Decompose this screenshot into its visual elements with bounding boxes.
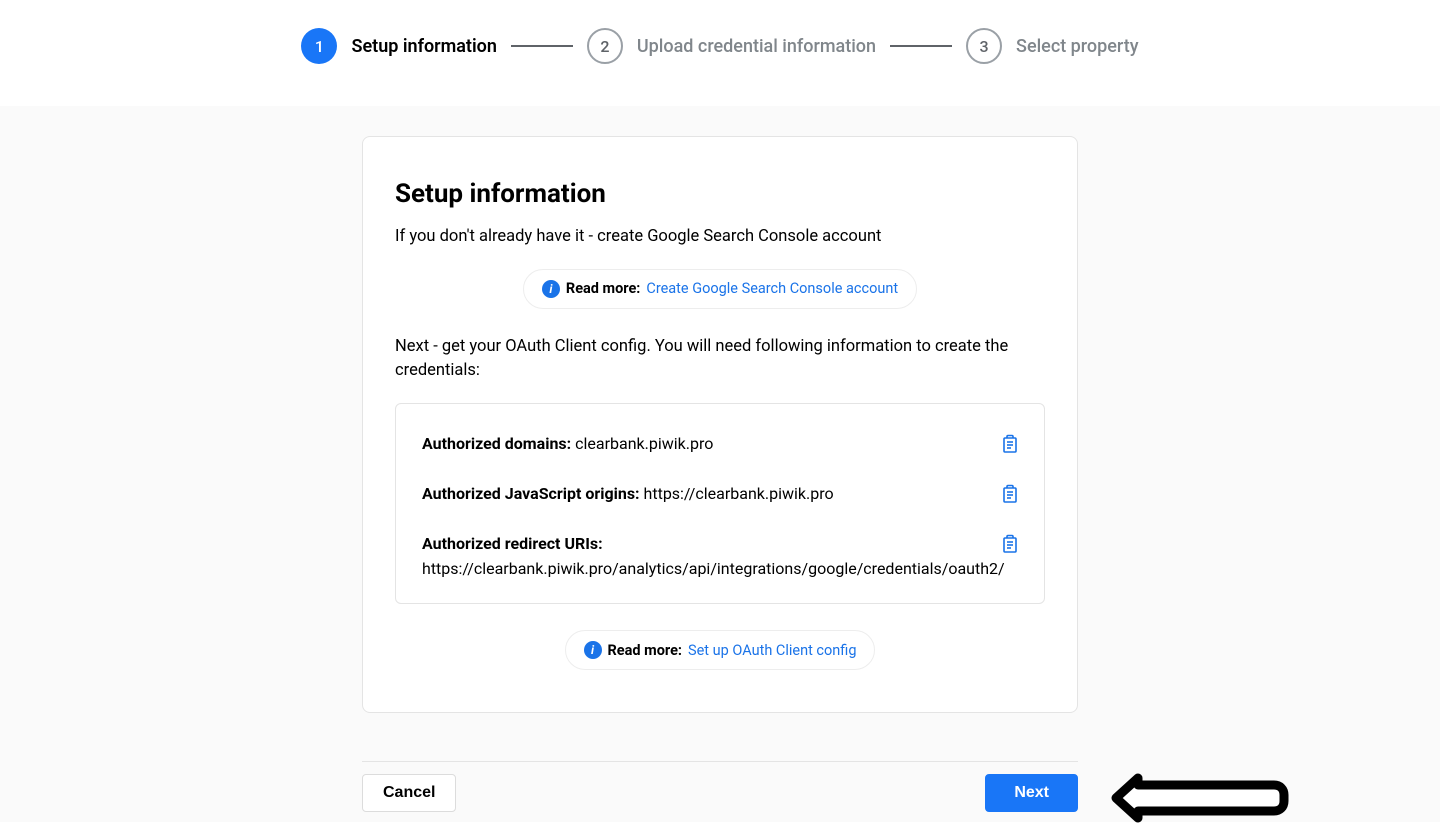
step-2-circle: 2 — [587, 28, 623, 64]
step-2-label: Upload credential information — [637, 36, 876, 57]
stepper: 1 Setup information 2 Upload credential … — [0, 28, 1440, 64]
cancel-button[interactable]: Cancel — [362, 774, 456, 812]
oauth-intro: Next - get your OAuth Client config. You… — [395, 335, 1045, 383]
step-1-label: Setup information — [351, 36, 496, 57]
readmore-link-1[interactable]: Create Google Search Console account — [646, 280, 898, 297]
config-label: Authorized domains: — [422, 434, 571, 453]
card-intro: If you don't already have it - create Go… — [395, 225, 1045, 249]
step-3[interactable]: 3 Select property — [966, 28, 1138, 64]
callout-arrow-annotation — [1110, 772, 1290, 828]
config-box: Authorized domains: clearbank.piwik.pro … — [395, 403, 1045, 605]
clipboard-icon — [1002, 484, 1018, 504]
config-row-redirect: Authorized redirect URIs: https://clearb… — [422, 532, 1018, 582]
card-title: Setup information — [395, 179, 1045, 209]
stepper-bar: 1 Setup information 2 Upload credential … — [0, 0, 1440, 106]
copy-button-domains[interactable] — [1002, 434, 1018, 458]
info-icon: i — [584, 641, 602, 659]
readmore-pill-1: i Read more: Create Google Search Consol… — [523, 269, 917, 309]
step-connector — [511, 45, 573, 47]
clipboard-icon — [1002, 534, 1018, 554]
setup-card: Setup information If you don't already h… — [362, 136, 1078, 713]
info-icon: i — [542, 280, 560, 298]
config-value: https://clearbank.piwik.pro — [644, 484, 834, 503]
config-row-js-origins: Authorized JavaScript origins: https://c… — [422, 482, 1018, 508]
config-label: Authorized redirect URIs: — [422, 534, 603, 553]
readmore-label: Read more: — [608, 642, 682, 659]
config-value: clearbank.piwik.pro — [575, 434, 713, 453]
page-body: Setup information If you don't already h… — [0, 106, 1440, 822]
copy-button-js-origins[interactable] — [1002, 484, 1018, 508]
next-button[interactable]: Next — [985, 774, 1078, 812]
readmore-link-2[interactable]: Set up OAuth Client config — [688, 642, 856, 659]
config-label: Authorized JavaScript origins: — [422, 484, 640, 503]
footer-area: Cancel Next — [362, 761, 1078, 812]
clipboard-icon — [1002, 434, 1018, 454]
readmore-pill-2: i Read more: Set up OAuth Client config — [565, 630, 876, 670]
config-value: https://clearbank.piwik.pro/analytics/ap… — [422, 559, 1005, 578]
copy-button-redirect[interactable] — [1002, 534, 1018, 558]
config-row-domains: Authorized domains: clearbank.piwik.pro — [422, 432, 1018, 458]
step-2[interactable]: 2 Upload credential information — [587, 28, 876, 64]
step-1[interactable]: 1 Setup information — [301, 28, 496, 64]
step-3-label: Select property — [1016, 36, 1138, 57]
readmore-label: Read more: — [566, 280, 640, 297]
step-3-circle: 3 — [966, 28, 1002, 64]
step-1-circle: 1 — [301, 28, 337, 64]
step-connector — [890, 45, 952, 47]
